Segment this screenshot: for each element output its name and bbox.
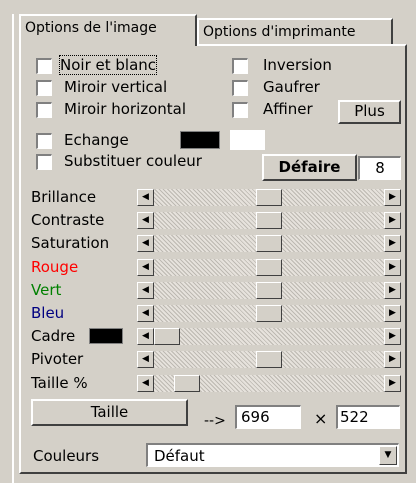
width-value: 696 bbox=[241, 408, 270, 426]
arrow-left-icon[interactable]: ◀ bbox=[137, 235, 154, 252]
slider-label: Vert bbox=[31, 281, 62, 299]
miroir-horizontal-label: Miroir horizontal bbox=[64, 100, 187, 118]
taille-button-label: Taille bbox=[90, 403, 129, 421]
arrow-left-icon[interactable]: ◀ bbox=[137, 328, 154, 345]
affiner-checkbox[interactable] bbox=[232, 102, 248, 118]
defaire-button[interactable]: Défaire bbox=[262, 154, 357, 181]
substituer-couleur-checkbox[interactable] bbox=[36, 154, 52, 170]
slider-row-brillance: Brillance ◀ ▶ bbox=[31, 187, 403, 207]
arrow-left-icon[interactable]: ◀ bbox=[137, 351, 154, 368]
slider-label: Cadre bbox=[31, 327, 76, 345]
arrow-right-icon[interactable]: ▶ bbox=[384, 328, 401, 345]
slider-track[interactable]: ◀ ▶ bbox=[137, 351, 401, 368]
slider-thumb[interactable] bbox=[256, 189, 282, 206]
arrow-left-icon[interactable]: ◀ bbox=[137, 189, 154, 206]
miroir-vertical-checkbox[interactable] bbox=[36, 80, 52, 96]
echange-checkbox[interactable] bbox=[36, 133, 52, 149]
width-field[interactable]: 696 bbox=[235, 405, 301, 429]
defaire-button-label: Défaire bbox=[278, 158, 341, 176]
slider-label: Brillance bbox=[31, 188, 97, 206]
cadre-color-swatch[interactable] bbox=[89, 328, 123, 344]
inversion-checkbox[interactable] bbox=[232, 58, 248, 74]
slider-row-bleu: Bleu ◀ ▶ bbox=[31, 303, 403, 323]
arrow-right-icon[interactable]: ▶ bbox=[384, 375, 401, 392]
arrow-left-icon[interactable]: ◀ bbox=[137, 375, 154, 392]
echange-label: Echange bbox=[64, 131, 129, 149]
slider-row-pivoter: Pivoter ◀ ▶ bbox=[31, 349, 403, 369]
noir-et-blanc-checkbox[interactable] bbox=[36, 58, 52, 74]
defaire-count-value: 8 bbox=[375, 159, 385, 177]
arrow-right-icon[interactable]: ▶ bbox=[384, 305, 401, 322]
slider-thumb[interactable] bbox=[174, 375, 200, 392]
slider-label: Saturation bbox=[31, 234, 110, 252]
slider-row-contraste: Contraste ◀ ▶ bbox=[31, 210, 403, 230]
inversion-label: Inversion bbox=[263, 56, 332, 74]
tab-label: Options de l'image bbox=[25, 20, 157, 36]
slider-label: Taille % bbox=[31, 374, 88, 392]
arrow-left-icon[interactable]: ◀ bbox=[137, 212, 154, 229]
slider-row-rouge: Rouge ◀ ▶ bbox=[31, 257, 403, 277]
tab-label: Options d'imprimante bbox=[203, 24, 356, 40]
slider-track[interactable]: ◀ ▶ bbox=[137, 305, 401, 322]
height-field[interactable]: 522 bbox=[336, 405, 400, 429]
slider-label: Contraste bbox=[31, 211, 105, 229]
slider-row-saturation: Saturation ◀ ▶ bbox=[31, 233, 403, 253]
echange-primary-color-swatch[interactable] bbox=[180, 131, 220, 149]
arrow-left-icon[interactable]: ◀ bbox=[137, 282, 154, 299]
miroir-vertical-label: Miroir vertical bbox=[64, 78, 168, 96]
slider-track[interactable]: ◀ ▶ bbox=[137, 282, 401, 299]
arrow-left-icon[interactable]: ◀ bbox=[137, 259, 154, 276]
arrow-right-icon[interactable]: ▶ bbox=[384, 212, 401, 229]
arrow-right-icon[interactable]: ▶ bbox=[384, 282, 401, 299]
slider-track[interactable]: ◀ ▶ bbox=[137, 212, 401, 229]
slider-thumb[interactable] bbox=[256, 305, 282, 322]
plus-button[interactable]: Plus bbox=[338, 100, 401, 124]
slider-thumb[interactable] bbox=[256, 212, 282, 229]
taille-button[interactable]: Taille bbox=[31, 399, 188, 426]
gaufrer-label: Gaufrer bbox=[263, 78, 320, 96]
slider-label: Bleu bbox=[31, 304, 65, 322]
arrow-right-icon[interactable]: ▶ bbox=[384, 235, 401, 252]
dropdown-arrow-icon[interactable]: ▼ bbox=[379, 446, 397, 465]
slider-row-taille: Taille % ◀ ▶ bbox=[31, 373, 403, 393]
couleurs-select[interactable]: Défaut ▼ bbox=[146, 443, 399, 467]
substituer-couleur-label: Substituer couleur bbox=[64, 152, 202, 170]
slider-thumb[interactable] bbox=[256, 351, 282, 368]
noir-et-blanc-label: Noir et blanc bbox=[58, 55, 158, 75]
slider-label: Rouge bbox=[31, 258, 79, 276]
slider-track[interactable]: ◀ ▶ bbox=[137, 259, 401, 276]
gaufrer-checkbox[interactable] bbox=[232, 80, 248, 96]
slider-track[interactable]: ◀ ▶ bbox=[137, 235, 401, 252]
size-arrow: --> bbox=[204, 413, 226, 429]
defaire-count-field[interactable]: 8 bbox=[358, 156, 401, 180]
tab-options-imprimante[interactable]: Options d'imprimante bbox=[197, 18, 393, 44]
slider-row-cadre: Cadre ◀ ▶ bbox=[31, 326, 403, 346]
arrow-left-icon[interactable]: ◀ bbox=[137, 305, 154, 322]
slider-track[interactable]: ◀ ▶ bbox=[137, 328, 401, 345]
couleurs-selected-value: Défaut bbox=[154, 447, 205, 465]
slider-thumb[interactable] bbox=[256, 259, 282, 276]
arrow-right-icon[interactable]: ▶ bbox=[384, 189, 401, 206]
slider-track[interactable]: ◀ ▶ bbox=[137, 375, 401, 392]
tab-options-image[interactable]: Options de l'image bbox=[19, 14, 197, 46]
slider-track[interactable]: ◀ ▶ bbox=[137, 189, 401, 206]
times-sign: × bbox=[314, 409, 328, 428]
slider-thumb[interactable] bbox=[256, 282, 282, 299]
arrow-right-icon[interactable]: ▶ bbox=[384, 351, 401, 368]
arrow-right-icon[interactable]: ▶ bbox=[384, 259, 401, 276]
height-value: 522 bbox=[340, 408, 369, 426]
plus-button-label: Plus bbox=[354, 102, 385, 120]
slider-row-vert: Vert ◀ ▶ bbox=[31, 280, 403, 300]
slider-label: Pivoter bbox=[31, 350, 84, 368]
affiner-label: Affiner bbox=[263, 100, 313, 118]
miroir-horizontal-checkbox[interactable] bbox=[36, 102, 52, 118]
window-edge bbox=[12, 14, 14, 483]
slider-thumb[interactable] bbox=[256, 235, 282, 252]
couleurs-label: Couleurs bbox=[33, 447, 100, 465]
echange-secondary-color-swatch[interactable] bbox=[229, 129, 266, 151]
slider-thumb[interactable] bbox=[154, 328, 180, 345]
